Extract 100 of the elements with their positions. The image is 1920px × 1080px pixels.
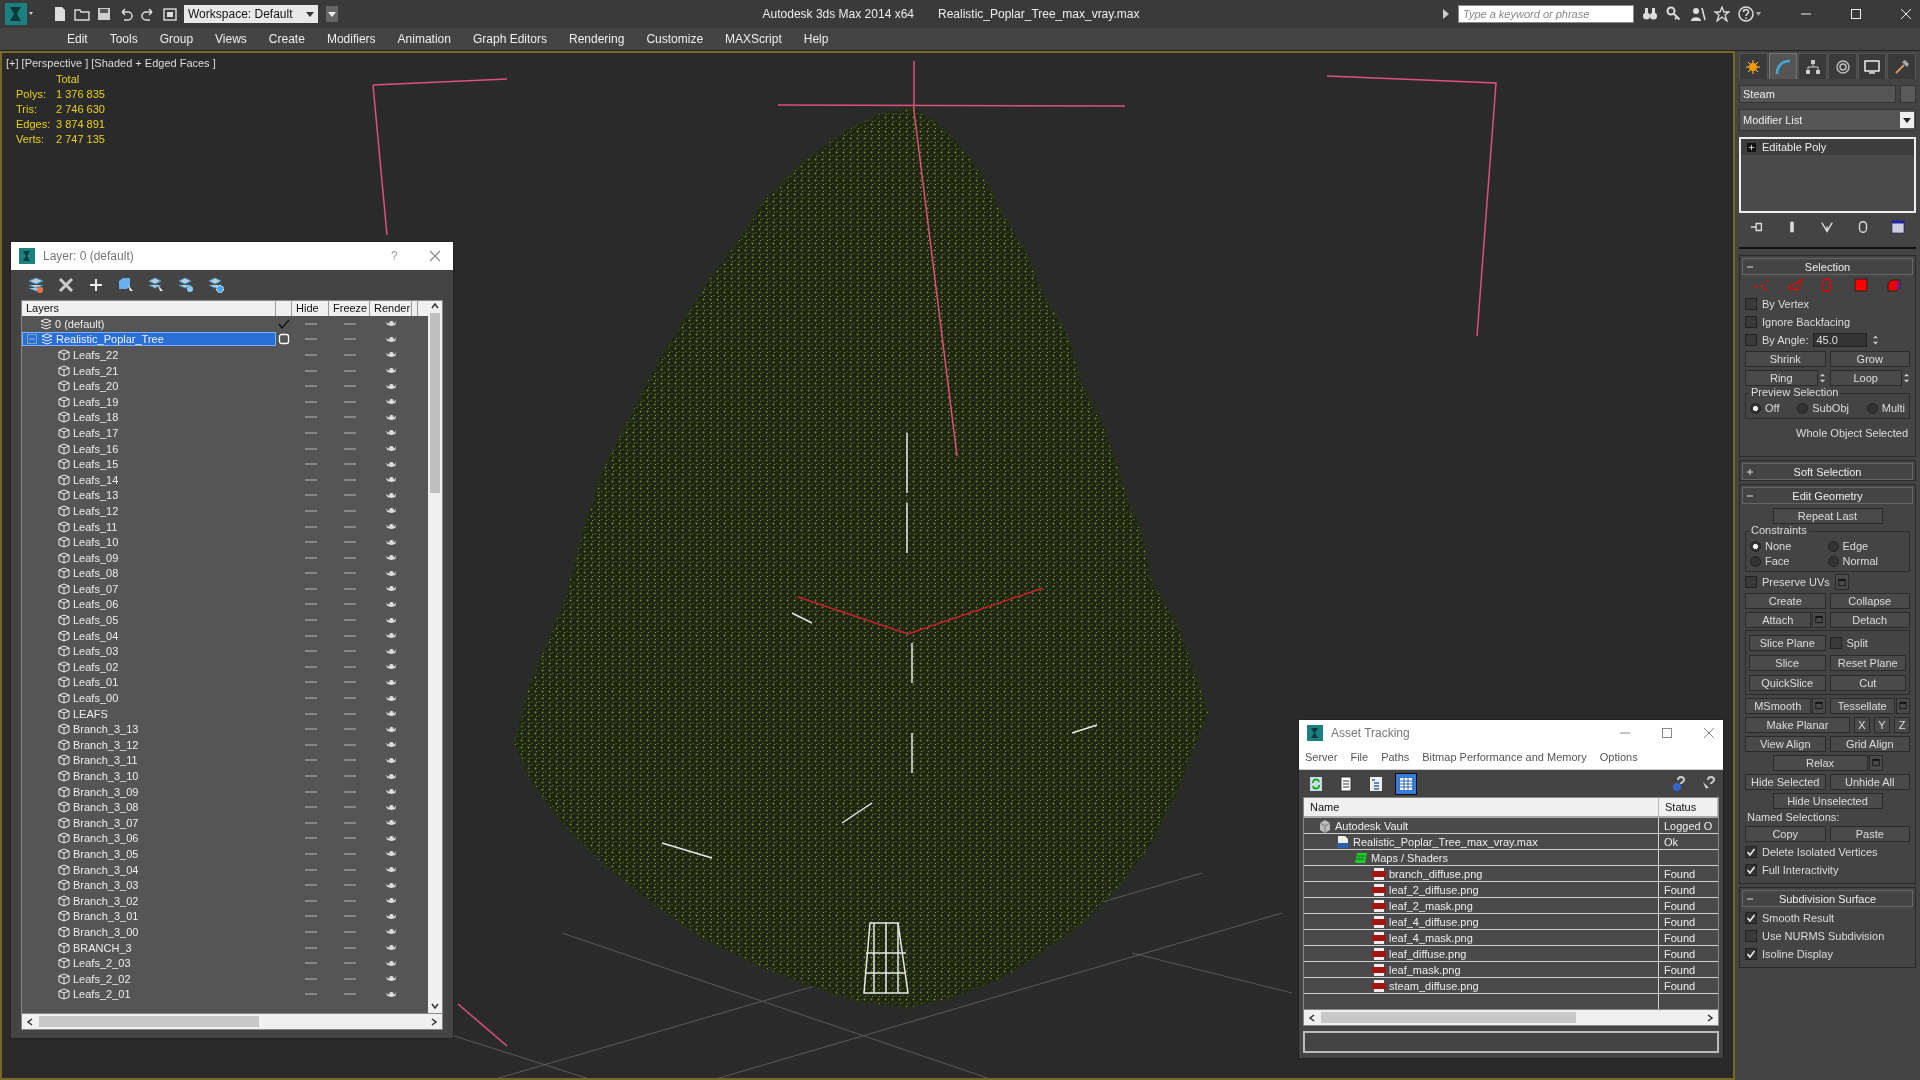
panel-tab[interactable] bbox=[1887, 53, 1917, 79]
path-field[interactable] bbox=[1303, 1031, 1719, 1053]
layer-item[interactable]: Leafs_04 bbox=[22, 628, 276, 643]
layer-item[interactable]: Leafs_13 bbox=[22, 488, 276, 503]
menu-item[interactable]: MAXScript bbox=[714, 32, 793, 46]
checkbox[interactable] bbox=[1745, 864, 1757, 876]
rollout-header[interactable]: Selection bbox=[1742, 258, 1913, 275]
viewport-label[interactable]: [+] [Perspective ] [Shaded + Edged Faces ] bbox=[6, 57, 216, 69]
layer-item[interactable]: Branch_3_08 bbox=[22, 800, 276, 815]
layer-item[interactable]: BRANCH_3 bbox=[22, 940, 276, 955]
expand-arrow-icon[interactable] bbox=[1442, 6, 1450, 22]
horizontal-scrollbar[interactable] bbox=[1303, 1010, 1719, 1026]
layer-item[interactable]: Leafs_10 bbox=[22, 535, 276, 550]
teapot-icon[interactable] bbox=[385, 615, 397, 625]
teapot-icon[interactable] bbox=[385, 755, 397, 765]
panel-button[interactable]: Y bbox=[1874, 716, 1890, 733]
layer-item[interactable]: Leafs_11 bbox=[22, 519, 276, 534]
menu-item[interactable]: Views bbox=[204, 32, 258, 46]
expand-icon[interactable] bbox=[1747, 142, 1756, 152]
layer-item[interactable]: Leafs_07 bbox=[22, 581, 276, 596]
layer-item[interactable]: Leafs_2_02 bbox=[22, 971, 276, 986]
teapot-icon[interactable] bbox=[385, 506, 397, 516]
layer-item[interactable]: Branch_3_10 bbox=[22, 769, 276, 783]
teapot-icon[interactable] bbox=[385, 428, 397, 438]
teapot-icon[interactable] bbox=[385, 334, 397, 344]
element-icon[interactable] bbox=[1884, 278, 1903, 292]
radio-button[interactable] bbox=[1827, 540, 1839, 552]
settings-button[interactable] bbox=[1811, 611, 1826, 628]
teapot-icon[interactable] bbox=[385, 568, 397, 578]
collapse-toggle-icon[interactable] bbox=[27, 334, 37, 345]
teapot-icon[interactable] bbox=[385, 693, 397, 703]
layer-item[interactable]: Leafs_14 bbox=[22, 472, 276, 487]
menu-item[interactable]: Customize bbox=[635, 32, 715, 46]
panel-button[interactable]: Grid Align bbox=[1829, 735, 1910, 752]
menu-item[interactable]: Edit bbox=[56, 32, 99, 46]
panel-button[interactable]: Z bbox=[1894, 716, 1910, 733]
teapot-icon[interactable] bbox=[385, 989, 397, 999]
settings-button[interactable] bbox=[1868, 754, 1883, 771]
panel-button[interactable]: X bbox=[1854, 716, 1870, 733]
teapot-icon[interactable] bbox=[385, 958, 397, 968]
teapot-icon[interactable] bbox=[385, 412, 397, 422]
object-color-swatch[interactable] bbox=[1900, 85, 1916, 103]
layer-item[interactable]: Leafs_08 bbox=[22, 566, 276, 581]
vertex-icon[interactable] bbox=[1752, 278, 1771, 292]
panel-button[interactable]: Slice Plane bbox=[1749, 634, 1826, 651]
cube-cursor-icon[interactable] bbox=[117, 276, 135, 294]
rollout-header[interactable]: Edit Geometry bbox=[1742, 487, 1913, 504]
viewport[interactable] bbox=[0, 51, 1735, 1080]
modifier-list-dropdown[interactable]: Modifier List bbox=[1739, 109, 1916, 131]
panel-button[interactable]: Slice bbox=[1749, 654, 1826, 671]
layers-add-icon[interactable] bbox=[27, 276, 45, 294]
checkbox[interactable] bbox=[1829, 636, 1842, 649]
teapot-icon[interactable] bbox=[385, 771, 397, 781]
menu-item[interactable]: Create bbox=[257, 32, 316, 46]
panel-button[interactable]: Paste bbox=[1829, 825, 1910, 842]
dash-icon[interactable] bbox=[304, 852, 317, 856]
panel-button[interactable]: Unhide All bbox=[1829, 773, 1910, 790]
panel-button[interactable]: Copy bbox=[1745, 825, 1826, 842]
teapot-icon[interactable] bbox=[385, 740, 397, 750]
scrollbar-thumb[interactable] bbox=[430, 313, 440, 493]
layer-item[interactable]: Leafs_05 bbox=[22, 613, 276, 628]
layer-item[interactable]: Branch_3_01 bbox=[22, 909, 276, 924]
radio-button[interactable] bbox=[1797, 402, 1809, 414]
layer-item[interactable]: Branch_3_06 bbox=[22, 831, 276, 846]
scrollbar-thumb[interactable] bbox=[39, 1016, 259, 1027]
layers-settings-icon[interactable] bbox=[207, 276, 225, 294]
object-name-field[interactable]: Steam bbox=[1739, 85, 1896, 103]
teapot-icon[interactable] bbox=[385, 366, 397, 376]
panel-button[interactable]: Hide Selected bbox=[1745, 773, 1826, 790]
layer-item[interactable]: Branch_3_04 bbox=[22, 862, 276, 877]
help-globe-icon[interactable] bbox=[1671, 775, 1687, 792]
layers-light-icon[interactable] bbox=[177, 276, 195, 294]
settings-button[interactable] bbox=[1811, 697, 1826, 714]
layer-item[interactable]: Leafs_06 bbox=[22, 597, 276, 612]
scrollbar-thumb[interactable] bbox=[1321, 1012, 1576, 1023]
checkbox[interactable] bbox=[1745, 912, 1757, 924]
panel-tab[interactable] bbox=[1798, 53, 1827, 79]
dash-icon[interactable] bbox=[343, 774, 356, 778]
teapot-icon[interactable] bbox=[385, 522, 397, 531]
teapot-icon[interactable] bbox=[385, 553, 397, 563]
teapot-icon[interactable] bbox=[385, 537, 397, 547]
panel-button[interactable]: Detach bbox=[1829, 611, 1910, 628]
layer-item[interactable]: Leafs_02 bbox=[22, 659, 276, 674]
panel-button[interactable]: MSmooth bbox=[1745, 697, 1811, 714]
layer-item[interactable]: Leafs_19 bbox=[22, 394, 276, 409]
panel-button[interactable]: Relax bbox=[1772, 754, 1868, 771]
help-icon[interactable] bbox=[1738, 6, 1762, 22]
panel-button[interactable]: Create bbox=[1745, 592, 1826, 609]
menu-item[interactable]: Options bbox=[1599, 751, 1638, 763]
dash-icon[interactable] bbox=[304, 774, 317, 778]
layer-item[interactable]: Branch_3_05 bbox=[22, 847, 276, 861]
panel-button[interactable]: Grow bbox=[1829, 350, 1910, 367]
layer-item[interactable]: Leafs_15 bbox=[22, 457, 276, 472]
layer-item[interactable]: Leafs_12 bbox=[22, 503, 276, 518]
teapot-icon[interactable] bbox=[385, 319, 397, 329]
menu-item[interactable]: Paths bbox=[1381, 751, 1410, 763]
horizontal-scrollbar[interactable] bbox=[21, 1014, 443, 1030]
panel-tab[interactable] bbox=[1828, 53, 1857, 79]
angle-field[interactable]: 45.0 bbox=[1813, 333, 1868, 347]
panel-button[interactable]: Tessellate bbox=[1829, 697, 1895, 714]
